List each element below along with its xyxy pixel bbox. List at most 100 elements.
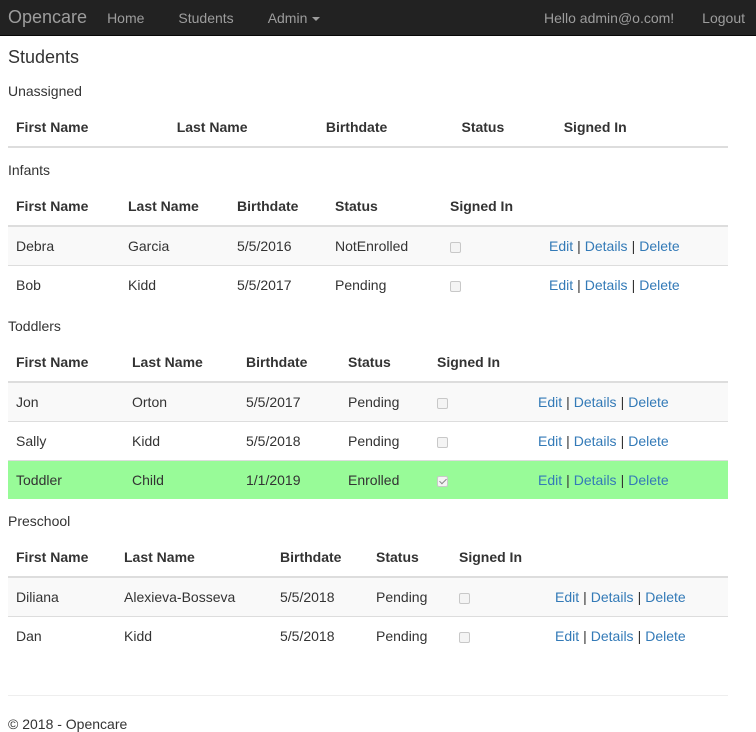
column-header: Birthdate [272,538,368,578]
students-table: First Name Last Name Birthdate Status Signed… [8,187,728,304]
actions-column-header [541,187,728,227]
signed-in-checkbox[interactable] [450,280,461,292]
details-link[interactable]: Details [585,277,628,293]
edit-link[interactable]: Edit [549,238,573,254]
cell-signed-in [429,460,530,499]
nav-admin-dropdown[interactable]: Admin [268,10,321,26]
students-table: First Name Last Name Birthdate Status Signed… [8,343,728,499]
column-header: Birthdate [238,343,340,383]
action-separator: | [637,589,642,605]
action-separator: | [583,628,587,644]
column-header: Status [327,187,442,227]
details-link[interactable]: Details [574,433,617,449]
edit-link[interactable]: Edit [538,472,562,488]
nav-admin-label: Admin [267,9,308,26]
edit-link[interactable]: Edit [549,277,573,293]
table-row: Dan Kidd 5/5/2018 Pending Edit | Details | Delet… [8,616,728,655]
delete-link[interactable]: Delete [628,472,668,488]
cell-last: Kidd [120,265,229,304]
signed-in-checkbox[interactable] [437,436,448,448]
cell-signed-in [429,421,530,461]
cell-actions: Edit | Details | Delete [530,381,728,422]
table-header-row: First Name Last Name Birthdate Status Signed… [8,538,728,578]
actions-column-header [547,538,728,578]
column-header: Signed In [451,538,547,578]
cell-actions: Edit | Details | Delete [530,421,728,461]
table-header-row: First Name Last Name Birthdate Status Signed… [8,343,728,383]
cell-birthdate: 5/5/2016 [229,225,327,266]
details-link[interactable]: Details [591,628,634,644]
signed-in-checkbox[interactable] [459,631,470,643]
table-row: Jon Orton 5/5/2017 Pending Edit | Details | Dele… [8,381,728,422]
signed-in-checkbox[interactable] [437,397,448,409]
table-row: Toddler Child 1/1/2019 Enrolled Edit | Details… [8,460,728,499]
cell-signed-in [451,616,547,655]
cell-birthdate: 1/1/2019 [238,460,340,499]
cell-last: Kidd [116,616,272,655]
column-header: Signed In [442,187,541,227]
cell-signed-in [442,225,541,266]
cell-status: Pending [368,576,451,617]
section-title: Infants [8,162,51,178]
column-header: Last Name [168,108,318,148]
signed-in-checkbox[interactable] [437,475,448,487]
nav-home-link[interactable]: Home [107,10,144,26]
edit-link[interactable]: Edit [538,394,562,410]
edit-link[interactable]: Edit [555,628,579,644]
signed-in-checkbox[interactable] [459,592,470,604]
cell-status: Pending [327,265,442,304]
action-separator: | [620,394,625,410]
cell-last: Garcia [120,225,229,266]
action-separator: | [566,394,570,410]
delete-link[interactable]: Delete [628,394,668,410]
delete-link[interactable]: Delete [639,277,679,293]
delete-link[interactable]: Delete [645,589,685,605]
nav-right: Hello admin@o.com! Logout [516,0,745,35]
delete-link[interactable]: Delete [628,433,668,449]
delete-link[interactable]: Delete [639,238,679,254]
details-link[interactable]: Details [574,472,617,488]
delete-link[interactable]: Delete [645,628,685,644]
cell-first: Dan [8,616,116,655]
actions-column-header [530,343,728,383]
column-header: Birthdate [229,187,327,227]
cell-actions: Edit | Details | Delete [541,265,728,304]
brand-link[interactable]: Opencare [8,7,87,28]
signed-in-checkbox[interactable] [450,241,461,253]
logout-link[interactable]: Logout [702,10,745,26]
details-link[interactable]: Details [585,238,628,254]
details-link[interactable]: Details [574,394,617,410]
cell-first: Diliana [8,576,116,617]
cell-signed-in [451,576,547,617]
action-separator: | [620,433,625,449]
column-header: Status [453,108,556,148]
cell-status: Pending [340,421,429,461]
nav-students-link[interactable]: Students [178,10,233,26]
cell-last: Kidd [124,421,238,461]
details-link[interactable]: Details [591,589,634,605]
action-separator: | [583,589,587,605]
cell-first: Jon [8,381,124,422]
table-row: Sally Kidd 5/5/2018 Pending Edit | Details | Del… [8,421,728,461]
user-greeting-link[interactable]: Hello admin@o.com! [544,10,674,26]
student-sections: Unassigned First Name Last Name Birthdate St… [8,82,728,655]
column-header: First Name [8,108,169,148]
edit-link[interactable]: Edit [555,589,579,605]
column-header: First Name [8,343,124,383]
cell-status: Enrolled [340,460,429,499]
section-title: Preschool [8,513,71,529]
cell-birthdate: 5/5/2017 [238,381,340,422]
column-header: First Name [8,538,116,578]
cell-birthdate: 5/5/2018 [272,576,368,617]
top-navbar: Opencare Home Students Admin Hello admin… [0,0,756,36]
cell-status: Pending [340,381,429,422]
section-title: Toddlers [8,318,61,334]
edit-link[interactable]: Edit [538,433,562,449]
action-separator: | [566,472,570,488]
table-row: Debra Garcia 5/5/2016 NotEnrolled Edit | Detai… [8,225,728,266]
action-separator: | [620,472,625,488]
cell-signed-in [442,265,541,304]
column-header: First Name [8,187,120,227]
column-header: Status [368,538,451,578]
action-separator: | [566,433,570,449]
